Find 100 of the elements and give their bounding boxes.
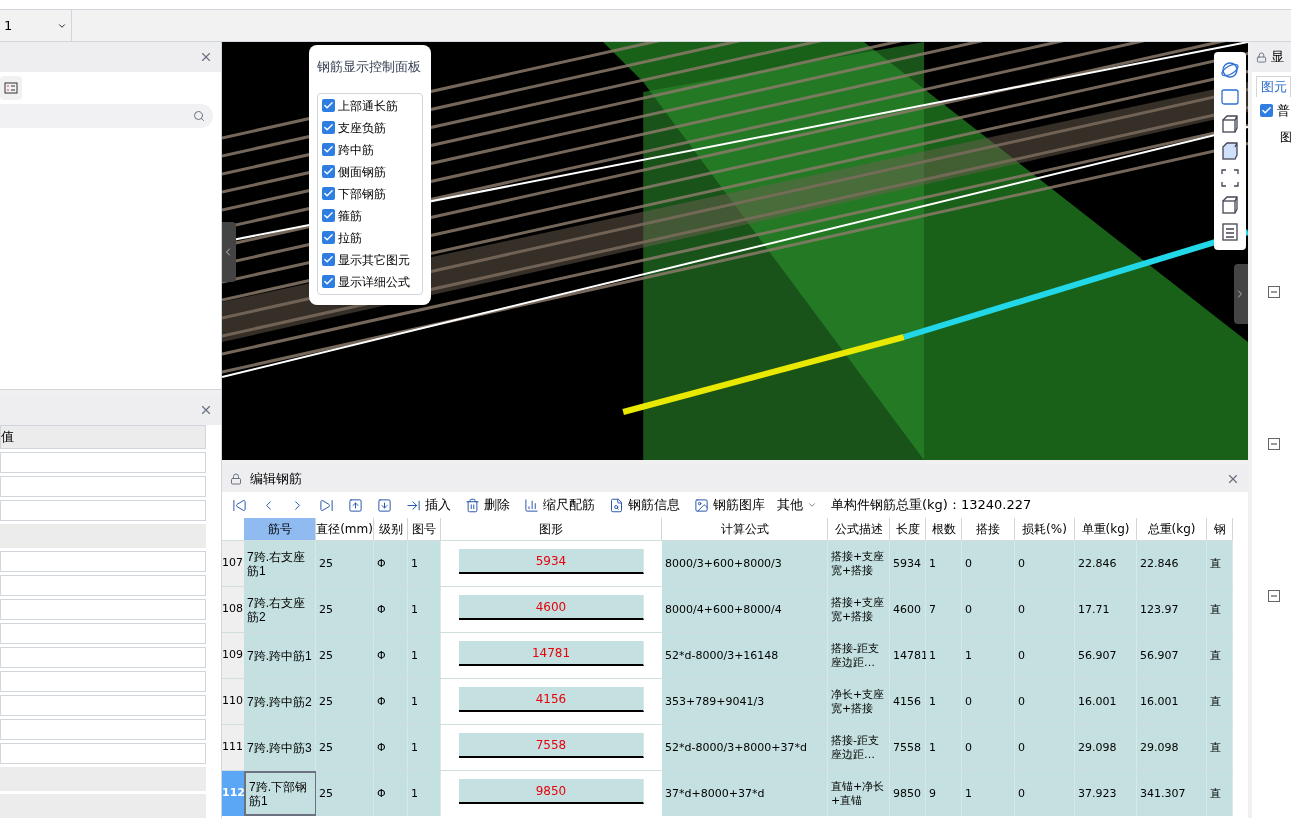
table-cell: 56.907 — [1137, 633, 1207, 678]
library-button[interactable]: 钢筋图库 — [688, 495, 771, 515]
table-cell: 1 — [926, 725, 962, 770]
row-number[interactable]: 107 — [222, 541, 244, 586]
type-checkbox[interactable]: 普 — [1252, 100, 1291, 120]
column-header: 公式描述 — [828, 518, 890, 540]
column-header: 级别 — [374, 518, 408, 540]
collapse-handle[interactable] — [222, 222, 236, 282]
column-header: 单重(kg) — [1075, 518, 1137, 540]
list-icon[interactable] — [0, 76, 22, 100]
scale-button[interactable]: 缩尺配筋 — [518, 495, 601, 515]
table-cell: 8000/3+600+8000/3 — [662, 541, 828, 586]
table-cell: 直 — [1207, 725, 1233, 770]
info-button[interactable]: 钢筋信息 — [603, 495, 686, 515]
close-icon[interactable] — [199, 50, 213, 64]
down-icon[interactable] — [377, 497, 392, 513]
lock-icon[interactable] — [1256, 51, 1267, 63]
library-icon — [694, 497, 709, 513]
row-number[interactable]: 110 — [222, 679, 244, 724]
insert-button[interactable]: 插入 — [400, 495, 457, 515]
rebar-checkbox[interactable]: 支座负筋 — [322, 118, 418, 137]
zoom-extents-icon[interactable] — [1220, 168, 1240, 188]
table-cell: 0 — [1015, 725, 1075, 770]
value-field[interactable] — [0, 671, 206, 692]
table-cell: 1 — [408, 633, 441, 678]
value-field[interactable] — [0, 476, 206, 497]
table-cell: 25 — [316, 633, 374, 678]
table-cell: 直 — [1207, 771, 1233, 816]
table-cell: 14781 — [890, 633, 926, 678]
row-number[interactable]: 111 — [222, 725, 244, 770]
value-field[interactable] — [0, 719, 206, 740]
cube-icon[interactable] — [1220, 141, 1240, 161]
value-field[interactable] — [0, 452, 206, 473]
value-field[interactable] — [0, 551, 206, 572]
table-cell: 341.307 — [1137, 771, 1207, 816]
column-header: 图号 — [408, 518, 441, 540]
value-field[interactable] — [0, 500, 206, 521]
cube-icon[interactable] — [1220, 114, 1240, 134]
collapse-icon[interactable] — [1268, 590, 1280, 602]
search-field[interactable] — [0, 104, 213, 128]
rebar-checkbox[interactable]: 侧面钢筋 — [322, 162, 418, 181]
display-tab[interactable]: 图元 — [1256, 76, 1291, 97]
table-cell: 0 — [962, 679, 1015, 724]
table-cell: 4156 — [890, 679, 926, 724]
column-header: 损耗(%) — [1015, 518, 1075, 540]
rebar-checkbox[interactable]: 拉筋 — [322, 228, 418, 247]
collapse-icon[interactable] — [1268, 438, 1280, 450]
table-cell: 直 — [1207, 679, 1233, 724]
column-header: 根数 — [926, 518, 962, 540]
table-cell: 9 — [926, 771, 962, 816]
list-icon[interactable] — [1220, 222, 1240, 242]
row-number[interactable]: 108 — [222, 587, 244, 632]
column-header: 值 — [0, 425, 206, 449]
table-cell: 16.001 — [1137, 679, 1207, 724]
rebar-checkbox[interactable]: 跨中筋 — [322, 140, 418, 159]
table-cell: Φ — [374, 771, 408, 816]
check-icon — [323, 144, 334, 155]
table-cell: 7558 — [890, 725, 926, 770]
close-icon[interactable] — [199, 403, 213, 417]
total-weight-label: 单构件钢筋总重(kg)：13240.227 — [831, 496, 1032, 515]
table-cell: Φ — [374, 541, 408, 586]
last-icon[interactable] — [319, 497, 334, 513]
table-cell: 1 — [926, 541, 962, 586]
rebar-checkbox[interactable]: 显示其它图元 — [322, 250, 418, 269]
first-icon[interactable] — [232, 497, 247, 513]
rebar-checkbox[interactable]: 显示详细公式 — [322, 272, 418, 291]
rebar-checkbox[interactable]: 下部钢筋 — [322, 184, 418, 203]
value-field[interactable] — [0, 647, 206, 668]
rebar-checkbox[interactable]: 上部通长筋 — [322, 96, 418, 115]
table-cell: 1 — [408, 679, 441, 724]
value-field[interactable] — [0, 599, 206, 620]
column-header: 图形 — [441, 518, 662, 540]
rebar-checkbox[interactable]: 箍筋 — [322, 206, 418, 225]
table-cell: Φ — [374, 633, 408, 678]
table-cell: 直 — [1207, 541, 1233, 586]
floor-dropdown[interactable]: 1 — [0, 10, 72, 41]
other-menu-button[interactable]: 其他 — [773, 495, 821, 515]
orbit-icon[interactable] — [1220, 60, 1240, 80]
table-cell: 0 — [962, 541, 1015, 586]
delete-button[interactable]: 删除 — [459, 495, 516, 515]
value-field[interactable] — [0, 575, 206, 596]
expand-handle[interactable] — [1234, 264, 1248, 324]
table-cell: 353+789+9041/3 — [662, 679, 828, 724]
table-cell: 56.907 — [1075, 633, 1137, 678]
up-icon[interactable] — [348, 497, 363, 513]
table-cell: Φ — [374, 679, 408, 724]
info-icon — [609, 497, 624, 513]
table-cell: 直 — [1207, 587, 1233, 632]
value-field[interactable] — [0, 743, 206, 764]
lock-icon[interactable] — [230, 472, 242, 485]
table-cell: 7跨.跨中筋3 — [244, 725, 316, 770]
value-field[interactable] — [0, 623, 206, 644]
column-header: 计算公式 — [662, 518, 828, 540]
check-icon — [1261, 104, 1272, 116]
value-field[interactable] — [0, 695, 206, 716]
row-number[interactable]: 109 — [222, 633, 244, 678]
table-cell: 0 — [1015, 679, 1075, 724]
table-cell: 22.846 — [1075, 541, 1137, 586]
table-cell: 净长+支座宽+搭接 — [828, 679, 890, 724]
collapse-icon[interactable] — [1268, 286, 1280, 298]
